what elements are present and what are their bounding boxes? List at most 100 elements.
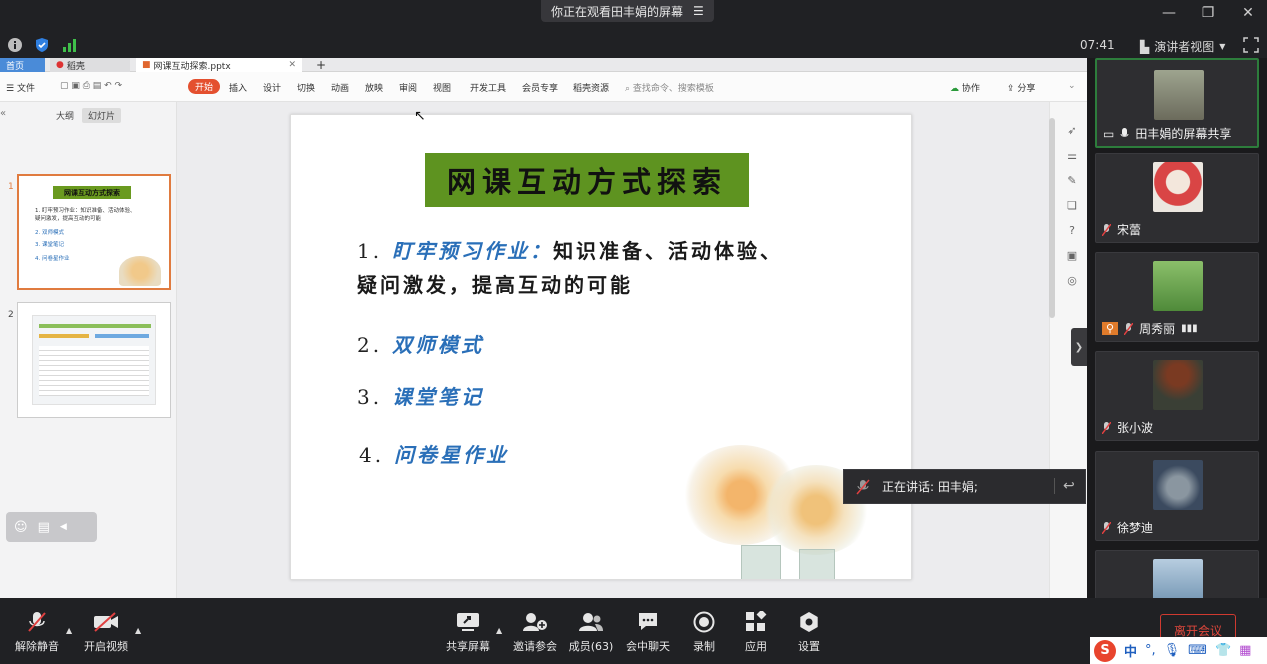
participant-tile[interactable]	[1095, 550, 1259, 600]
menu-daoke-resources[interactable]: 稻壳资源	[573, 81, 609, 94]
participant-name: 宋蕾	[1117, 223, 1142, 237]
shield-icon[interactable]	[34, 37, 50, 53]
participant-panel: ▭ 田丰娟的屏幕共享 宋蕾 ⚲ 周秀丽 ▮▮▮ 张小波 徐梦迪	[1087, 58, 1267, 600]
start-video-button[interactable]: 开启视频	[74, 610, 138, 654]
tab-outline[interactable]: 大纲	[50, 108, 80, 123]
new-tab-icon[interactable]: +	[310, 58, 326, 72]
video-options-caret-icon[interactable]: ▲	[135, 626, 141, 635]
presenter-view-dropdown[interactable]: ▙ 演讲者视图 ▼	[1140, 38, 1225, 55]
participant-tile[interactable]: ▭ 田丰娟的屏幕共享	[1095, 58, 1259, 148]
invite-button[interactable]: 邀请参会	[503, 610, 567, 654]
rocket-icon[interactable]: ➶	[1064, 124, 1080, 140]
unmute-label: 解除静音	[15, 640, 59, 653]
participant-name: 张小波	[1117, 421, 1154, 435]
location-icon[interactable]: ◎	[1064, 274, 1080, 290]
tab-pptx-file[interactable]: ■ 网课互动探索.pptx ✕	[136, 58, 302, 72]
participant-tile[interactable]: ⚲ 周秀丽 ▮▮▮	[1095, 252, 1259, 342]
sogou-logo-icon[interactable]: S	[1094, 639, 1116, 662]
mic-muted-icon	[1102, 521, 1111, 534]
image-icon[interactable]: ▣	[1064, 249, 1080, 265]
command-search[interactable]: ⌕ 查找命令、搜索模板	[625, 81, 714, 94]
punctuation-icon[interactable]: °,	[1145, 643, 1156, 658]
apps-icon	[746, 611, 767, 631]
menu-design[interactable]: 设计	[263, 81, 281, 94]
adjust-icon[interactable]: ⚌	[1064, 149, 1080, 165]
ribbon-collapse-icon[interactable]: ⌄	[1068, 81, 1076, 91]
slide-item-4: 4. 问卷星作业	[359, 439, 509, 468]
share-options-caret-icon[interactable]: ▲	[496, 626, 502, 635]
current-slide[interactable]: 网课互动方式探索 1. 盯牢预习作业：知识准备、活动体验、 疑问激发，提高互动的…	[290, 114, 912, 580]
item-1-heading: 盯牢预习作业：	[392, 239, 554, 263]
share-title-pill[interactable]: 你正在观看田丰娟的屏幕 ☰	[541, 0, 714, 22]
menu-member[interactable]: 会员专享	[522, 81, 558, 94]
presenter-view-label: 演讲者视图	[1154, 40, 1215, 54]
chat-button[interactable]: 会中聊天	[616, 610, 680, 654]
close-icon[interactable]: ✕	[1236, 5, 1260, 21]
menu-start[interactable]: 开始	[188, 79, 221, 94]
menu-slideshow[interactable]: 放映	[365, 81, 383, 94]
expand-panel-icon[interactable]: ❯	[1071, 328, 1087, 366]
menu-animation[interactable]: 动画	[331, 81, 349, 94]
menu-insert[interactable]: 插入	[229, 81, 247, 94]
participant-tile[interactable]: 张小波	[1095, 351, 1259, 441]
participant-tile[interactable]: 宋蕾	[1095, 153, 1259, 243]
thumb-line-2: 疑问激发，提高互动的可能	[35, 216, 102, 222]
skin-icon[interactable]: 👕	[1215, 643, 1231, 658]
menu-icon[interactable]: ☰	[693, 4, 704, 18]
tab-home[interactable]: 首页	[0, 58, 45, 72]
start-video-label: 开启视频	[84, 640, 128, 653]
collapse-icon[interactable]: ↩	[1054, 478, 1075, 494]
minimize-icon[interactable]: —	[1157, 5, 1181, 21]
participant-tile[interactable]: 徐梦迪	[1095, 451, 1259, 541]
apps-label: 应用	[745, 640, 767, 653]
menu-dev-tools[interactable]: 开发工具	[470, 81, 506, 94]
file-menu[interactable]: ☰ 文件	[6, 81, 35, 94]
gear-icon	[800, 612, 818, 632]
pin-icon[interactable]: ✎	[1064, 174, 1080, 190]
meeting-status-row: 07:41 ▙ 演讲者视图 ▼	[0, 32, 1267, 58]
menu-review[interactable]: 审阅	[399, 81, 417, 94]
ime-mode[interactable]: 中	[1124, 641, 1137, 660]
file-menu-label: 文件	[16, 84, 35, 94]
flower-vases-image	[681, 445, 881, 579]
unmute-button[interactable]: 解除静音	[5, 610, 69, 654]
slide-title: 网课互动方式探索	[425, 153, 749, 207]
help-icon[interactable]: ?	[1064, 224, 1080, 240]
fullscreen-icon[interactable]	[1243, 37, 1259, 53]
collapse-left-icon[interactable]: ◀	[60, 522, 67, 532]
menu-view[interactable]: 视图	[433, 81, 451, 94]
canvas-scrollbar[interactable]	[1049, 118, 1055, 318]
collapse-pane-icon[interactable]: «	[0, 108, 6, 119]
settings-label: 设置	[798, 640, 820, 653]
screen-share-icon: ▭	[1103, 126, 1115, 141]
chat-bubble-icon[interactable]: ▤	[38, 520, 50, 535]
search-icon: ⌕	[625, 84, 631, 94]
share-screen-button[interactable]: 共享屏幕	[436, 610, 500, 654]
keyboard-icon[interactable]: ⌨	[1188, 643, 1207, 658]
emoji-icon[interactable]: ☺	[14, 520, 28, 535]
meeting-toolbar: 解除静音 ▲ 开启视频 ▲ 共享屏幕 ▲ 邀请参会 成员(63) 会中聊天 录制…	[0, 598, 1267, 664]
tab-slides[interactable]: 幻灯片	[82, 108, 122, 123]
layers-icon[interactable]: ❏	[1064, 199, 1080, 215]
restore-icon[interactable]: ❐	[1196, 5, 1220, 21]
chat-label: 会中聊天	[626, 640, 670, 653]
toolbox-icon[interactable]: ▦	[1239, 643, 1251, 658]
floating-reaction-bar: ☺ ▤ ◀	[6, 512, 97, 542]
voice-input-icon[interactable]: 🎙	[1164, 643, 1181, 658]
item-4-number: 4.	[359, 443, 385, 467]
item-3-number: 3.	[357, 385, 383, 409]
share-doc-button[interactable]: ⇪ 分享	[1007, 81, 1035, 94]
members-button[interactable]: 成员(63)	[559, 610, 623, 654]
collab-button[interactable]: ☁ 协作	[950, 81, 980, 94]
signal-icon[interactable]	[62, 37, 78, 53]
mic-muted-icon	[1102, 421, 1111, 434]
close-tab-icon[interactable]: ✕	[288, 60, 296, 70]
settings-button[interactable]: 设置	[777, 610, 841, 654]
info-icon[interactable]	[7, 37, 23, 53]
menu-transition[interactable]: 切换	[297, 81, 315, 94]
slide-thumbnail-1[interactable]: 网课互动方式探索 1. 盯牢预习作业：知识准备、活动体验、 疑问激发，提高互动的…	[17, 174, 171, 290]
audio-options-caret-icon[interactable]: ▲	[66, 626, 72, 635]
slide-thumbnail-2[interactable]	[17, 302, 171, 418]
quick-access-icons[interactable]: ▢ ▣ ⎙ ▤ ↶ ↷	[60, 81, 122, 91]
tab-daoke[interactable]: ● 稻壳	[50, 58, 130, 72]
